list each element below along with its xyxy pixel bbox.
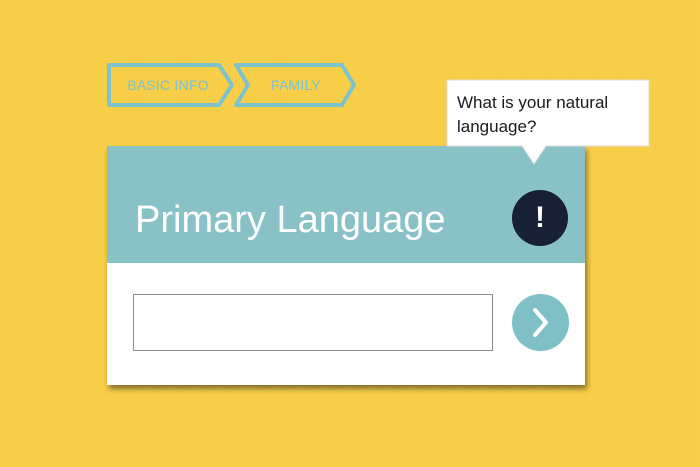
breadcrumb: BASIC INFO FAMILY xyxy=(106,62,358,108)
tooltip-text: What is your natural language? xyxy=(457,93,609,136)
breadcrumb-step-family[interactable]: FAMILY xyxy=(244,62,348,108)
info-button[interactable]: ! xyxy=(512,190,568,246)
chevron-right-icon xyxy=(533,308,548,337)
breadcrumb-step-basic-info[interactable]: BASIC INFO xyxy=(112,62,224,108)
next-button[interactable] xyxy=(512,294,569,351)
primary-language-card: Primary Language ! xyxy=(107,146,585,385)
help-tooltip: What is your natural language? xyxy=(446,79,650,166)
primary-language-input[interactable] xyxy=(133,294,493,351)
card-title: Primary Language xyxy=(135,199,446,241)
exclamation-icon: ! xyxy=(535,201,545,234)
